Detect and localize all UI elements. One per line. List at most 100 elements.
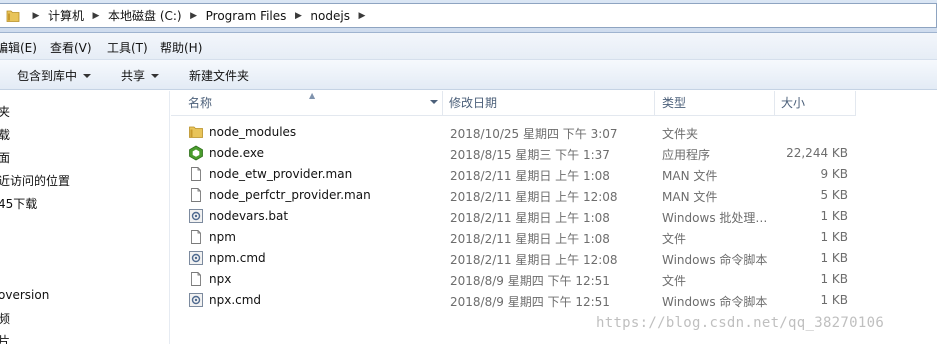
document-icon bbox=[188, 229, 204, 245]
nav-item-recent-places[interactable]: 近访问的位置 bbox=[0, 172, 70, 189]
file-date: 2018/10/25 星期四 下午 3:07 bbox=[450, 127, 618, 141]
file-name: node.exe bbox=[209, 146, 265, 160]
file-name: node_etw_provider.man bbox=[209, 167, 353, 181]
file-size: 1 KB bbox=[820, 209, 848, 223]
nav-item-videos[interactable]: 频 bbox=[0, 310, 10, 327]
menu-view[interactable]: 查看(V) bbox=[50, 39, 92, 56]
file-type: 文件夹 bbox=[662, 127, 699, 141]
file-row[interactable]: node_etw_provider.man 2018/2/11 星期日 上午 1… bbox=[171, 164, 937, 185]
file-row[interactable]: npm.cmd 2018/2/11 星期日 上午 12:08 Windows 命… bbox=[171, 248, 937, 269]
document-icon bbox=[188, 271, 204, 287]
file-date: 2018/2/11 星期日 上午 12:08 bbox=[450, 190, 618, 204]
document-icon bbox=[188, 166, 204, 182]
column-header-size[interactable]: 大小 bbox=[775, 91, 856, 115]
column-header-type-label: 类型 bbox=[662, 96, 687, 110]
chevron-down-icon[interactable] bbox=[430, 100, 438, 104]
file-name: npx.cmd bbox=[209, 293, 262, 307]
chevron-right-icon[interactable]: ▶ bbox=[351, 11, 373, 21]
file-row[interactable]: npm 2018/2/11 星期日 上午 1:08 文件 1 KB bbox=[171, 227, 937, 248]
navigation-pane: 夹 载 面 近访问的位置 45下载 oversion 频 片 bbox=[0, 91, 170, 344]
file-date: 2018/8/9 星期四 下午 12:51 bbox=[450, 274, 610, 288]
chevron-right-icon[interactable]: ▶ bbox=[85, 11, 107, 21]
nav-item-pictures[interactable]: 片 bbox=[0, 332, 10, 344]
file-type: Windows 命令脚本 bbox=[662, 295, 768, 309]
file-size: 9 KB bbox=[820, 167, 848, 181]
file-size: 1 KB bbox=[820, 230, 848, 244]
file-row[interactable]: node_perfctr_provider.man 2018/2/11 星期日 … bbox=[171, 185, 937, 206]
menu-edit[interactable]: 编辑(E) bbox=[0, 39, 37, 56]
menu-bar: 编辑(E) 查看(V) 工具(T) 帮助(H) bbox=[0, 33, 937, 60]
file-size: 1 KB bbox=[820, 293, 848, 307]
file-date: 2018/8/9 星期四 下午 12:51 bbox=[450, 295, 610, 309]
column-header-name[interactable]: 名称 bbox=[171, 91, 443, 115]
file-name: npx bbox=[209, 272, 232, 286]
share-button[interactable]: 共享 bbox=[121, 67, 160, 84]
breadcrumb-local-disk[interactable]: 本地磁盘 (C:) bbox=[107, 7, 183, 24]
nav-item-downloads[interactable]: 载 bbox=[0, 126, 10, 143]
file-row[interactable]: node_modules 2018/10/25 星期四 下午 3:07 文件夹 bbox=[171, 122, 937, 143]
file-type: MAN 文件 bbox=[662, 169, 718, 183]
new-folder-button[interactable]: 新建文件夹 bbox=[189, 67, 249, 84]
file-type: 应用程序 bbox=[662, 148, 711, 162]
folder-icon bbox=[188, 124, 204, 140]
file-type: 文件 bbox=[662, 274, 687, 288]
file-size: 5 KB bbox=[820, 188, 848, 202]
batch-file-icon bbox=[188, 250, 204, 266]
watermark: https://blog.csdn.net/qq_38270106 bbox=[596, 315, 885, 331]
chevron-right-icon[interactable]: ▶ bbox=[25, 11, 47, 21]
folder-icon bbox=[6, 9, 21, 23]
file-name: node_perfctr_provider.man bbox=[209, 188, 371, 202]
menu-help[interactable]: 帮助(H) bbox=[160, 39, 202, 56]
column-header-date[interactable]: 修改日期 bbox=[443, 91, 655, 115]
file-row[interactable]: nodevars.bat 2018/2/11 星期日 上午 1:08 Windo… bbox=[171, 206, 937, 227]
file-type: Windows 命令脚本 bbox=[662, 253, 768, 267]
file-name: node_modules bbox=[209, 125, 297, 139]
column-header-type[interactable]: 类型 bbox=[655, 91, 775, 115]
sort-ascending-icon: ▲ bbox=[309, 91, 316, 100]
share-label: 共享 bbox=[121, 69, 146, 83]
file-date: 2018/2/11 星期日 上午 1:08 bbox=[450, 211, 610, 225]
chevron-right-icon[interactable]: ▶ bbox=[287, 11, 309, 21]
batch-file-icon bbox=[188, 208, 204, 224]
breadcrumb-nodejs[interactable]: nodejs bbox=[309, 9, 351, 23]
file-size: 1 KB bbox=[820, 251, 848, 265]
file-type: 文件 bbox=[662, 232, 687, 246]
include-in-library-button[interactable]: 包含到库中 bbox=[17, 67, 92, 84]
breadcrumb-computer[interactable]: 计算机 bbox=[47, 7, 85, 24]
file-size: 1 KB bbox=[820, 272, 848, 286]
file-name: npm.cmd bbox=[209, 251, 266, 265]
batch-file-icon bbox=[188, 292, 204, 308]
chevron-down-icon bbox=[83, 74, 92, 78]
file-type: Windows 批处理… bbox=[662, 211, 768, 225]
document-icon bbox=[188, 187, 204, 203]
file-date: 2018/2/11 星期日 上午 12:08 bbox=[450, 253, 618, 267]
nav-item-favorites[interactable]: 夹 bbox=[0, 103, 10, 120]
address-bar: ▶ 计算机 ▶ 本地磁盘 (C:) ▶ Program Files ▶ node… bbox=[0, 0, 937, 33]
column-header-size-label: 大小 bbox=[781, 96, 806, 110]
chevron-right-icon[interactable]: ▶ bbox=[183, 11, 205, 21]
file-name: nodevars.bat bbox=[209, 209, 289, 223]
command-toolbar: 包含到库中 共享 新建文件夹 bbox=[0, 60, 937, 90]
file-row[interactable]: node.exe 2018/8/15 星期三 下午 1:37 应用程序 22,2… bbox=[171, 143, 937, 164]
node-exe-icon bbox=[188, 145, 204, 161]
file-type: MAN 文件 bbox=[662, 190, 718, 204]
menu-tools[interactable]: 工具(T) bbox=[107, 39, 148, 56]
file-size: 22,244 KB bbox=[786, 146, 848, 160]
chevron-down-icon bbox=[151, 74, 160, 78]
file-date: 2018/2/11 星期日 上午 1:08 bbox=[450, 232, 610, 246]
file-row[interactable]: npx.cmd 2018/8/9 星期四 下午 12:51 Windows 命令… bbox=[171, 290, 937, 311]
header-divider bbox=[171, 115, 856, 116]
file-date: 2018/8/15 星期三 下午 1:37 bbox=[450, 148, 610, 162]
breadcrumb-program-files[interactable]: Program Files bbox=[205, 9, 288, 23]
file-date: 2018/2/11 星期日 上午 1:08 bbox=[450, 169, 610, 183]
column-header-name-label: 名称 bbox=[188, 96, 213, 110]
column-header-date-label: 修改日期 bbox=[449, 96, 498, 110]
include-in-library-label: 包含到库中 bbox=[17, 69, 78, 83]
nav-item-desktop[interactable]: 面 bbox=[0, 149, 10, 166]
file-list: 名称 ▲ 修改日期 类型 大小 node_modules 2018/10/25 … bbox=[171, 91, 937, 344]
file-name: npm bbox=[209, 230, 236, 244]
breadcrumb[interactable]: ▶ 计算机 ▶ 本地磁盘 (C:) ▶ Program Files ▶ node… bbox=[0, 3, 937, 28]
nav-item-subversion[interactable]: oversion bbox=[0, 288, 49, 302]
nav-item-download-folder[interactable]: 45下载 bbox=[0, 195, 37, 212]
file-row[interactable]: npx 2018/8/9 星期四 下午 12:51 文件 1 KB bbox=[171, 269, 937, 290]
